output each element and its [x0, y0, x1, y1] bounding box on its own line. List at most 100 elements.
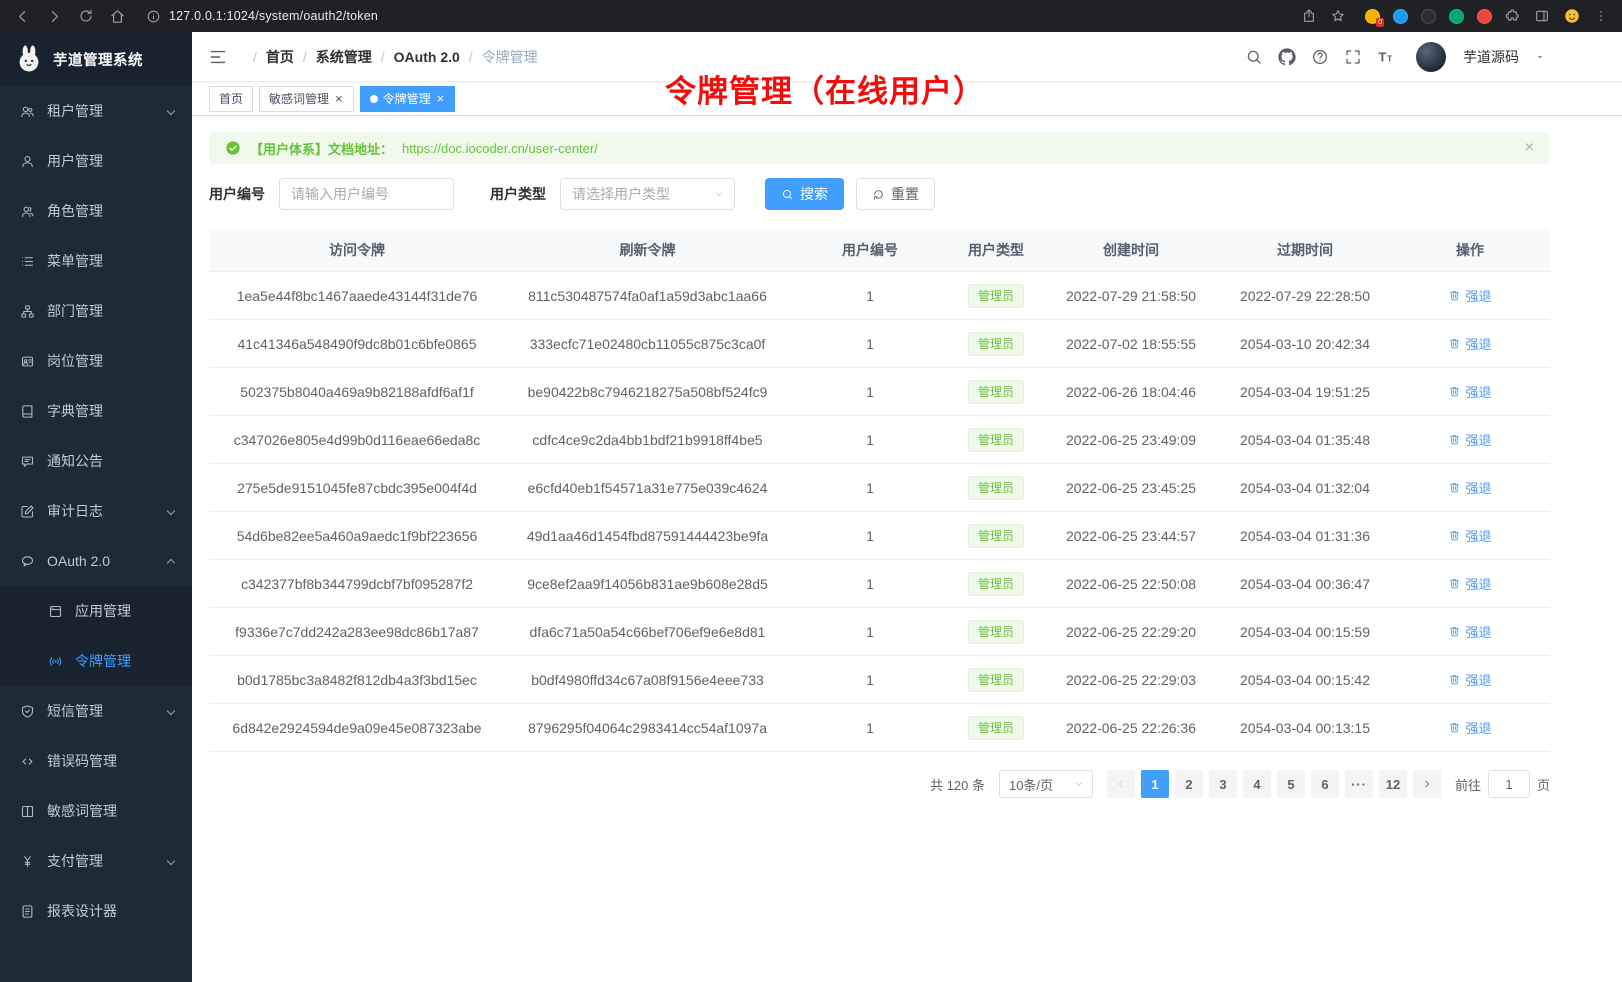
force-logout-button[interactable]: 强退: [1448, 670, 1491, 689]
fullscreen-icon[interactable]: [1344, 48, 1362, 66]
tab-close-icon[interactable]: ×: [436, 91, 446, 106]
cell-refresh-token: b0df4980ffd34c67a08f9156e4eee733: [505, 672, 790, 688]
sidebar-item[interactable]: 部门管理: [0, 286, 192, 336]
extensions-puzzle-icon[interactable]: [1505, 8, 1521, 24]
sidebar-item[interactable]: 角色管理: [0, 186, 192, 236]
page-number-button[interactable]: 4: [1243, 770, 1271, 798]
browser-menu-icon[interactable]: [1594, 9, 1608, 23]
force-logout-button[interactable]: 强退: [1448, 478, 1491, 497]
app-logo[interactable]: 芋道管理系统: [0, 32, 192, 86]
view-tab[interactable]: 首页: [209, 86, 253, 112]
sidebar-item[interactable]: 用户管理: [0, 136, 192, 186]
share-icon[interactable]: [1301, 8, 1317, 24]
page-number-button[interactable]: ···: [1345, 770, 1373, 798]
page-number-button[interactable]: 6: [1311, 770, 1339, 798]
extension-icon[interactable]: [1477, 9, 1492, 24]
page-number-button[interactable]: 5: [1277, 770, 1305, 798]
force-logout-label: 强退: [1465, 526, 1491, 545]
page-number-button[interactable]: 2: [1175, 770, 1203, 798]
user-id-input[interactable]: [279, 178, 454, 210]
extension-icon[interactable]: [1393, 9, 1408, 24]
sidebar-item[interactable]: 岗位管理: [0, 336, 192, 386]
github-icon[interactable]: [1278, 48, 1296, 66]
sidebar-item[interactable]: 敏感词管理: [0, 786, 192, 836]
cell-create-time: 2022-06-25 23:45:25: [1042, 480, 1220, 496]
force-logout-button[interactable]: 强退: [1448, 526, 1491, 545]
sidebar-item[interactable]: 应用管理: [0, 586, 192, 636]
search-button[interactable]: 搜索: [765, 178, 844, 210]
force-logout-button[interactable]: 强退: [1448, 286, 1491, 305]
browser-back-icon[interactable]: [14, 8, 31, 25]
goto-suffix-label: 页: [1537, 775, 1550, 794]
help-icon[interactable]: [1311, 48, 1329, 66]
breadcrumb-item[interactable]: OAuth 2.0: [372, 49, 460, 65]
user-menu-caret-icon[interactable]: [1534, 51, 1546, 63]
cell-refresh-token: dfa6c71a50a54c66bef706ef9e6e8d81: [505, 624, 790, 640]
force-logout-button[interactable]: 强退: [1448, 334, 1491, 353]
page-info-icon[interactable]: [146, 9, 161, 24]
reset-button[interactable]: 重置: [856, 178, 935, 210]
force-logout-button[interactable]: 强退: [1448, 622, 1491, 641]
sidebar-item[interactable]: 菜单管理: [0, 236, 192, 286]
user-name[interactable]: 芋道源码: [1463, 47, 1519, 67]
sidebar-item[interactable]: 字典管理: [0, 386, 192, 436]
force-logout-button[interactable]: 强退: [1448, 382, 1491, 401]
trash-icon: [1448, 337, 1461, 350]
cell-user-id: 1: [790, 336, 950, 352]
table-row: f9336e7c7dd242a283ee98dc86b17a87 dfa6c71…: [209, 608, 1550, 656]
sidebar-item[interactable]: 租户管理: [0, 86, 192, 136]
page-size-select[interactable]: 10条/页: [999, 770, 1093, 798]
cell-create-time: 2022-06-25 22:29:03: [1042, 672, 1220, 688]
url-text[interactable]: 127.0.0.1:1024/system/oauth2/token: [169, 9, 378, 23]
breadcrumb-item[interactable]: 首页: [244, 47, 294, 67]
browser-reload-icon[interactable]: [78, 8, 94, 24]
browser-home-icon[interactable]: [109, 8, 126, 25]
force-logout-button[interactable]: 强退: [1448, 430, 1491, 449]
sidebar-item[interactable]: 报表设计器: [0, 886, 192, 936]
alert-close-icon[interactable]: ×: [1525, 140, 1534, 156]
page-number-button[interactable]: 1: [1141, 770, 1169, 798]
sidebar-toggle-icon[interactable]: [208, 47, 228, 67]
user-avatar[interactable]: [1416, 42, 1446, 72]
cell-access-token: 1ea5e44f8bc1467aaede43144f31de76: [209, 288, 505, 304]
force-logout-button[interactable]: 强退: [1448, 574, 1491, 593]
sidebar-item[interactable]: OAuth 2.0: [0, 536, 192, 586]
extension-icon[interactable]: [1449, 9, 1464, 24]
extension-icon[interactable]: 0: [1365, 9, 1380, 24]
prev-page-button[interactable]: [1107, 770, 1135, 798]
user-type-select[interactable]: 请选择用户类型: [560, 178, 735, 210]
sidebar-item[interactable]: 通知公告: [0, 436, 192, 486]
tab-close-icon[interactable]: ×: [334, 91, 344, 106]
sidebar-item[interactable]: 令牌管理: [0, 636, 192, 686]
view-tab[interactable]: 令牌管理 ×: [360, 86, 456, 112]
bookmark-star-icon[interactable]: [1330, 8, 1346, 24]
force-logout-button[interactable]: 强退: [1448, 718, 1491, 737]
goto-page-input[interactable]: [1488, 770, 1530, 798]
sidebar-item[interactable]: 短信管理: [0, 686, 192, 736]
extension-icon[interactable]: [1421, 9, 1436, 24]
address-bar[interactable]: 127.0.0.1:1024/system/oauth2/token: [146, 9, 378, 24]
font-size-icon[interactable]: TT: [1377, 48, 1395, 66]
next-page-button[interactable]: [1413, 770, 1441, 798]
sidebar-item[interactable]: 审计日志: [0, 486, 192, 536]
sidebar-item[interactable]: 支付管理: [0, 836, 192, 886]
force-logout-label: 强退: [1465, 286, 1491, 305]
sidebar-menu: 租户管理 用户管理 角色管理 菜单管理: [0, 86, 192, 982]
side-panel-icon[interactable]: [1534, 8, 1550, 24]
page-number-button[interactable]: 3: [1209, 770, 1237, 798]
header-search-icon[interactable]: [1245, 48, 1263, 66]
page-number-button[interactable]: 12: [1379, 770, 1407, 798]
user-type-badge: 管理员: [968, 716, 1024, 740]
breadcrumb-item[interactable]: 系统管理: [294, 47, 372, 67]
trash-icon: [1448, 673, 1461, 686]
page-content: 【用户体系】文档地址： https://doc.iocoder.cn/user-…: [192, 116, 1622, 982]
sidebar-item-label: 敏感词管理: [47, 801, 117, 821]
col-user-id: 用户编号: [790, 240, 950, 260]
profile-avatar-icon[interactable]: [1563, 7, 1581, 25]
doc-link[interactable]: https://doc.iocoder.cn/user-center/: [402, 141, 598, 156]
view-tab[interactable]: 敏感词管理 ×: [259, 86, 354, 112]
sidebar-item[interactable]: 错误码管理: [0, 736, 192, 786]
breadcrumb-item[interactable]: 令牌管理: [460, 47, 538, 67]
cell-access-token: c347026e805e4d99b0d116eae66eda8c: [209, 432, 505, 448]
browser-forward-icon[interactable]: [46, 8, 63, 25]
